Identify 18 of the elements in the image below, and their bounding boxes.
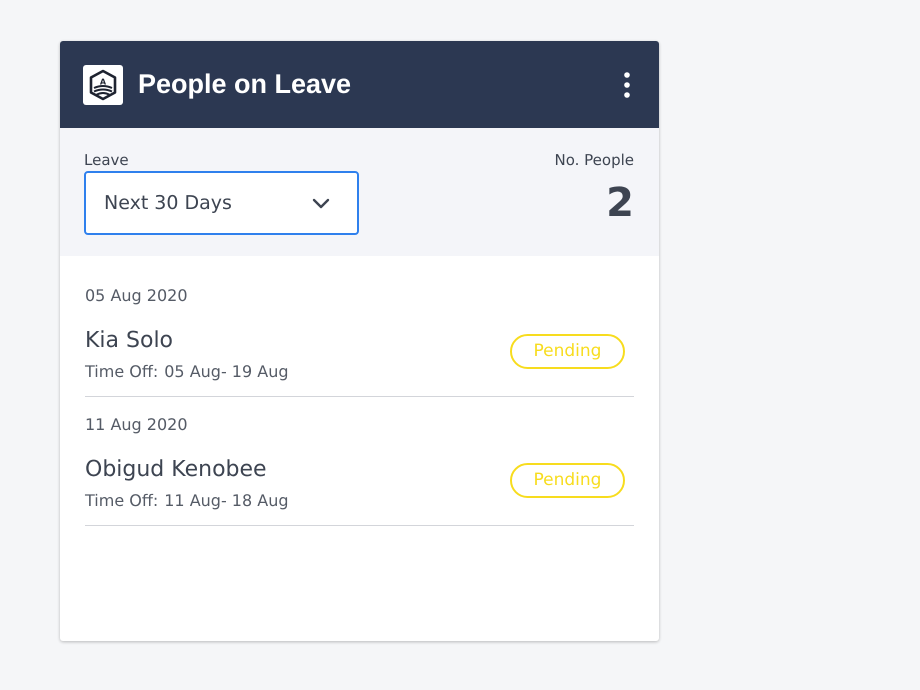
people-count: 2: [606, 180, 634, 226]
leave-label: Leave: [84, 150, 130, 170]
date-heading: 11 Aug 2020: [85, 414, 188, 436]
status-badge: Pending: [510, 334, 625, 368]
leave-period-dropdown[interactable]: Next 30 Days: [84, 171, 359, 235]
time-off-dates: 05 Aug- 19 Aug: [164, 362, 288, 381]
status-badge: Pending: [510, 462, 625, 498]
employee-name: Obigud Kenobee: [85, 456, 268, 484]
time-off-label: Time Off:: [85, 362, 158, 381]
hexagon-logo-icon: A: [83, 64, 123, 104]
chevron-down-icon: [312, 198, 330, 208]
date-heading: 05 Aug 2020: [85, 285, 188, 307]
card-title: People on Leave: [138, 69, 352, 100]
time-off-dates: 11 Aug- 18 Aug: [164, 491, 288, 510]
time-off-label: Time Off:: [85, 491, 158, 510]
people-count-label: No. People: [554, 150, 634, 170]
more-options-icon[interactable]: [624, 72, 630, 98]
employee-name: Kia Solo: [85, 327, 174, 355]
